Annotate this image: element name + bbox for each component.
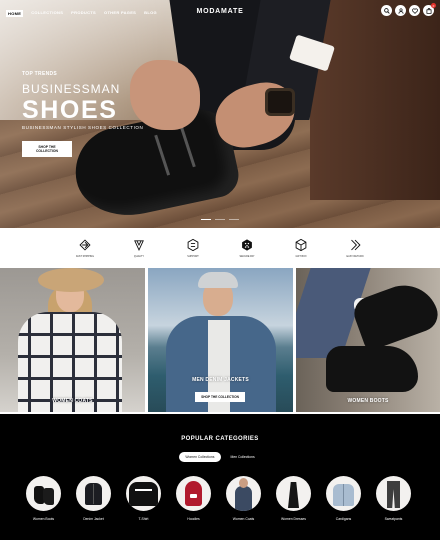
category-label: Hoodies	[187, 517, 200, 521]
feature-support: SUPPORT	[183, 238, 203, 268]
category-women-coats[interactable]: Women Coats	[226, 476, 261, 521]
feature-label: SECURE PAY	[239, 255, 255, 258]
category-label: Women Boots	[32, 517, 55, 521]
tile-women-boots[interactable]: WOMEN BOOTS	[296, 268, 440, 412]
category-label: Women Coats	[232, 517, 255, 521]
category-women-boots[interactable]: Women Boots	[26, 476, 61, 521]
slider-dot[interactable]	[215, 219, 225, 220]
tile-men-denim-jackets[interactable]: MEN DENIM JACKETS SHOP THE COLLECTION	[148, 268, 293, 412]
category-t-shirt[interactable]: T-Shirt	[126, 476, 161, 521]
easy-return-icon	[351, 239, 361, 251]
popular-categories: POPULAR CATEGORIES Women Collections Men…	[0, 414, 440, 540]
cart-icon[interactable]: 0	[423, 3, 436, 16]
hero-subtitle: BUSINESSMAN	[22, 82, 121, 96]
tile-label-women-coats: WOMEN COATS	[52, 398, 93, 404]
features-strip: FAST SHIPPING QUALITY SUPPORT SECURE PAY…	[0, 228, 440, 268]
category-image	[176, 476, 211, 511]
feature-quality: QUALITY	[129, 238, 149, 268]
category-label: Sweatpants	[384, 517, 403, 521]
category-label: T-Shirt	[138, 517, 149, 521]
top-navigation: HOME COLLECTIONS PRODUCTS OTHER PAGES BL…	[0, 0, 440, 24]
shop-collection-button[interactable]: SHOP THE COLLECTION	[22, 141, 72, 157]
cart-count-badge: 0	[431, 3, 436, 8]
category-image	[276, 476, 311, 511]
feature-label: FAST SHIPPING	[75, 255, 95, 258]
category-label: Denim Jacket	[83, 517, 104, 521]
category-tiles: WOMEN COATS MEN DENIM JACKETS SHOP THE C…	[0, 268, 440, 412]
support-icon	[187, 238, 199, 252]
section-title: POPULAR CATEGORIES	[181, 436, 259, 442]
tile-boot	[326, 346, 418, 392]
tile-model-coat	[18, 312, 122, 412]
category-image	[76, 476, 111, 511]
category-image	[226, 476, 261, 511]
category-image	[376, 476, 411, 511]
wishlist-icon[interactable]	[409, 5, 420, 16]
shop-collection-button[interactable]: SHOP THE COLLECTION	[195, 392, 245, 402]
category-label: Cardigans	[335, 517, 352, 521]
feature-secure-pay: SECURE PAY	[237, 238, 257, 268]
quality-icon	[134, 240, 144, 251]
category-denim-jacket[interactable]: Denim Jacket	[76, 476, 111, 521]
collection-tabs: Women Collections Men Collections	[0, 452, 440, 462]
hero-watch	[265, 88, 295, 116]
feature-label: SUPPORT	[187, 255, 199, 258]
category-hoodies[interactable]: Hoodies	[176, 476, 211, 521]
hero-description: BUSINESSMAN STYLISH SHOES COLLECTION	[22, 125, 144, 130]
tile-model-hat	[38, 268, 104, 292]
gift-box-icon	[295, 238, 307, 252]
category-list: Women Boots Denim Jacket T-Shirt Hoodies	[26, 476, 426, 521]
feature-easy-return: EASY RETURN	[345, 238, 365, 268]
user-icon[interactable]	[395, 5, 406, 16]
feature-label: EASY RETURN	[346, 255, 364, 258]
fast-shipping-icon	[79, 239, 91, 251]
tile-label-men-denim-jackets: MEN DENIM JACKETS	[192, 377, 249, 383]
site-logo[interactable]: MODAMATE	[0, 8, 440, 15]
category-sweatpants[interactable]: Sweatpants	[376, 476, 411, 521]
feature-fast-shipping: FAST SHIPPING	[75, 238, 95, 268]
hero-wall	[310, 0, 440, 200]
tab-women-collections[interactable]: Women Collections	[179, 452, 221, 462]
feature-label: GIFT BOX	[295, 255, 307, 258]
slider-dots	[201, 219, 239, 220]
category-image	[326, 476, 361, 511]
slider-dot[interactable]	[229, 219, 239, 220]
tile-model-cap	[198, 272, 238, 288]
feature-label: QUALITY	[133, 255, 145, 258]
category-cardigans[interactable]: Cardigans	[326, 476, 361, 521]
hero-eyebrow: TOP TRENDS	[22, 71, 58, 77]
hero-text: TOP TRENDS BUSINESSMAN SHOES BUSINESSMAN…	[22, 71, 143, 157]
feature-gift-box: GIFT BOX	[291, 238, 311, 268]
slider-dot[interactable]	[201, 219, 211, 220]
tile-women-coats[interactable]: WOMEN COATS	[0, 268, 145, 412]
category-women-dresses[interactable]: Women Dresses	[276, 476, 311, 521]
secure-pay-icon	[242, 239, 252, 251]
category-label: Women Dresses	[281, 517, 306, 521]
nav-icons: 0	[381, 3, 436, 16]
hero-banner: HOME COLLECTIONS PRODUCTS OTHER PAGES BL…	[0, 0, 440, 228]
search-icon[interactable]	[381, 5, 392, 16]
hero-title: SHOES	[22, 96, 118, 124]
category-image	[126, 476, 161, 511]
tab-men-collections[interactable]: Men Collections	[225, 452, 261, 462]
tile-label-women-boots: WOMEN BOOTS	[347, 398, 389, 404]
category-image	[26, 476, 61, 511]
